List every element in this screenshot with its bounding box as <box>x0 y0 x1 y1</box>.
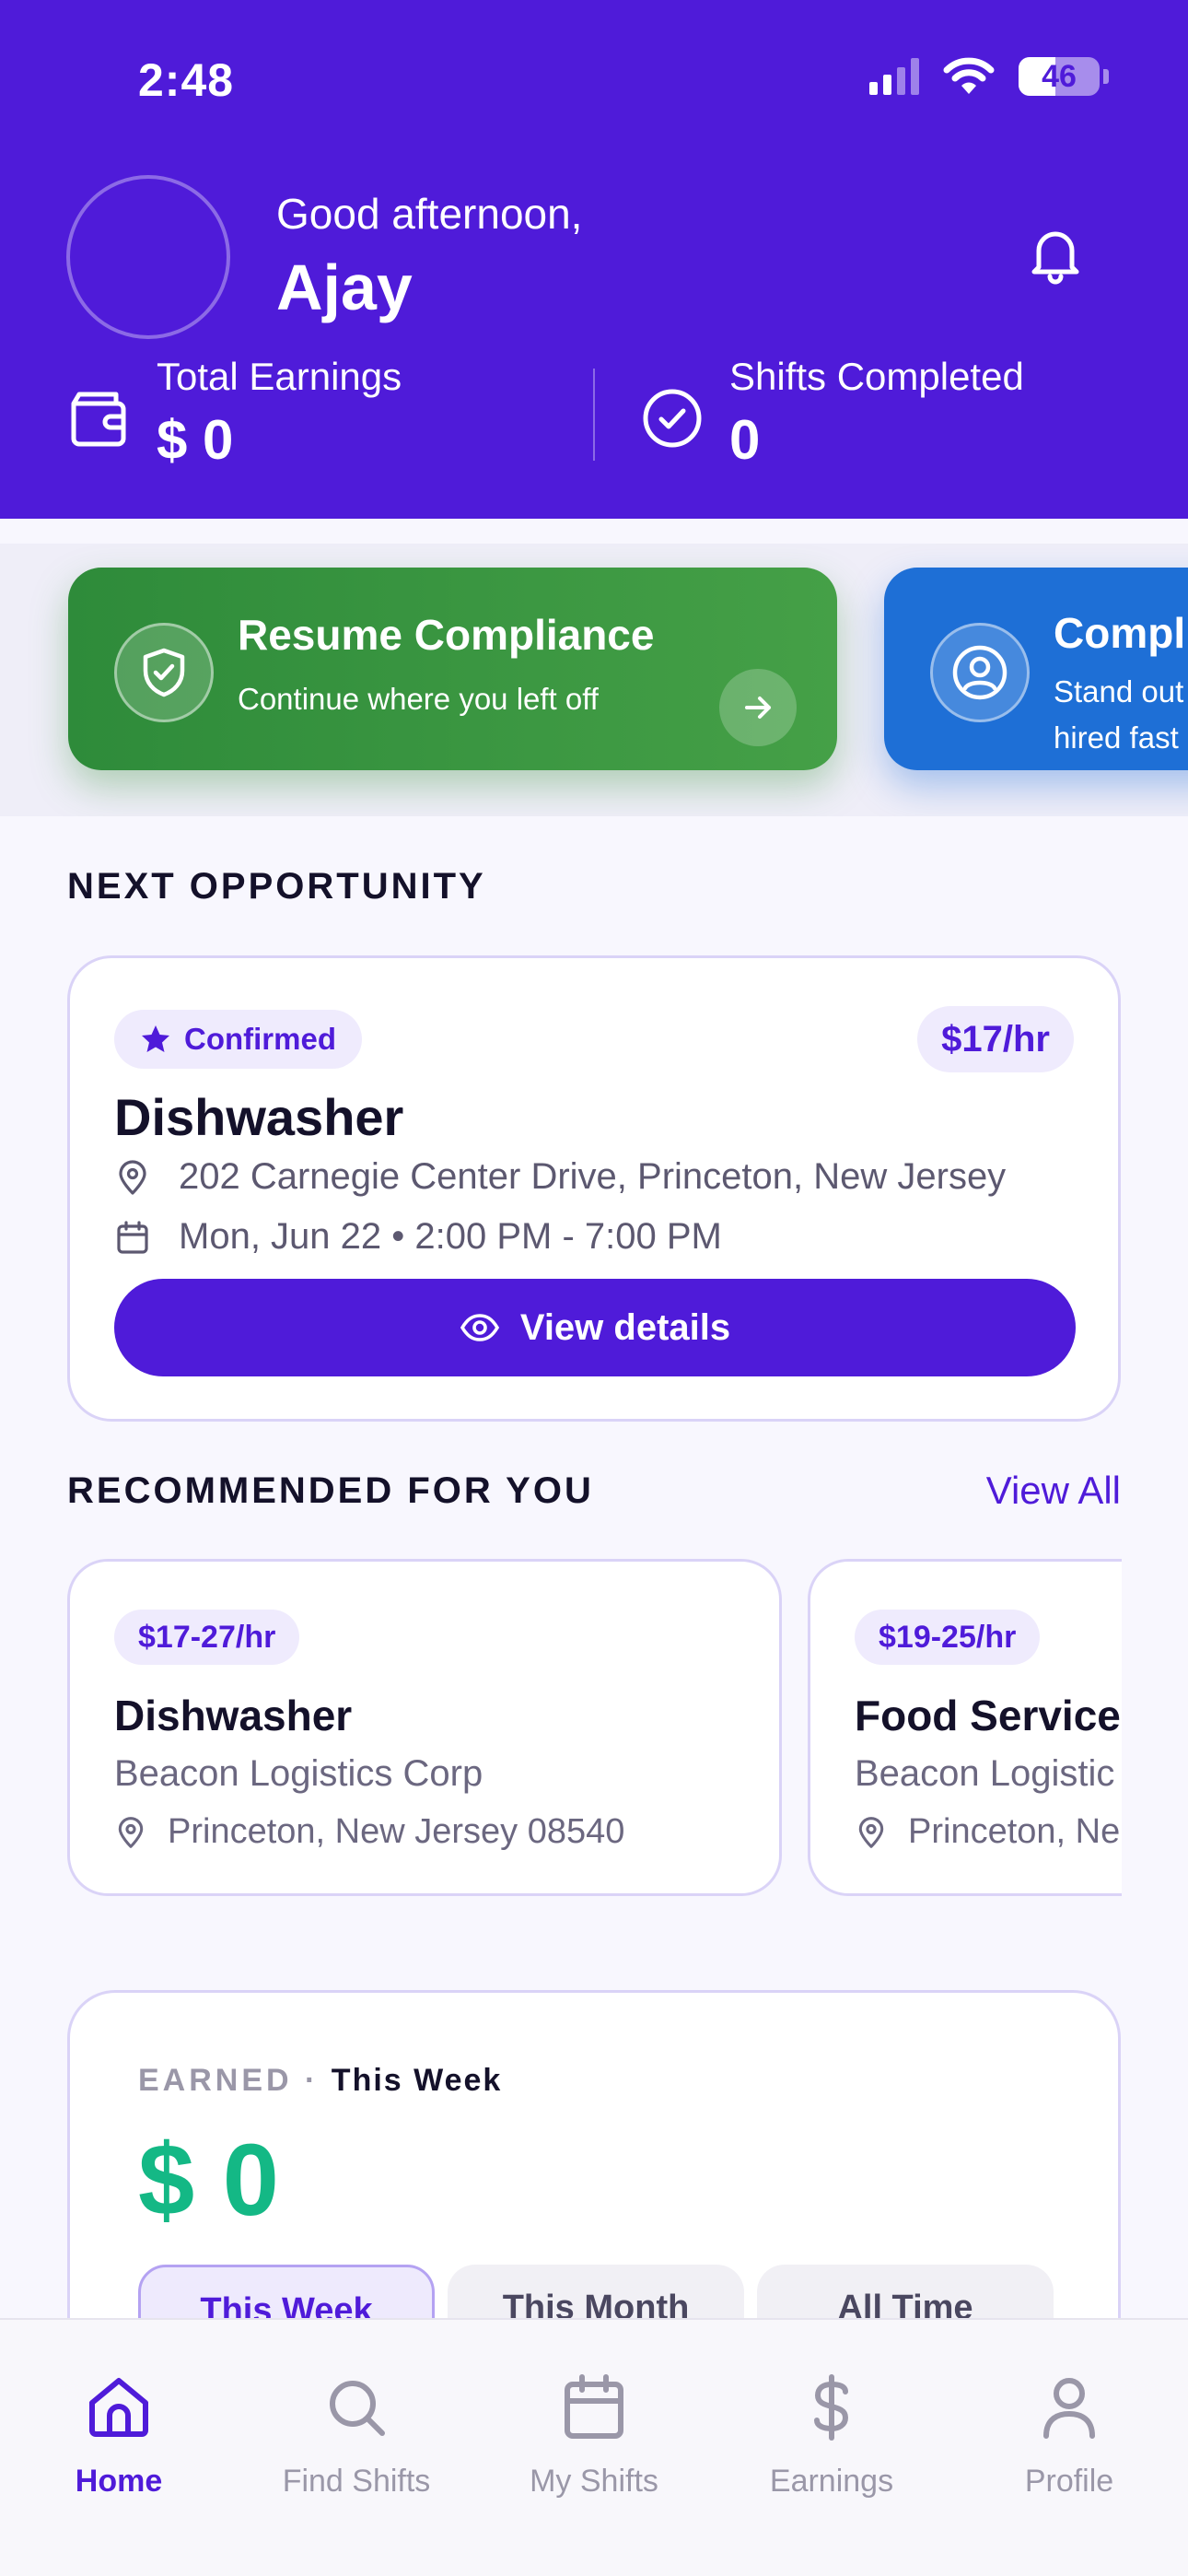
promo-title: Compl <box>1054 609 1186 657</box>
view-all-link[interactable]: View All <box>986 1469 1121 1513</box>
job-location: Princeton, New Jersey 08540 <box>168 1812 625 1851</box>
status-icons: 46 <box>869 57 1109 96</box>
notification-bell-icon[interactable] <box>1022 221 1089 287</box>
next-opportunity-card[interactable]: Confirmed $17/hr Dishwasher 202 Carnegie… <box>67 955 1121 1422</box>
cellular-signal-icon <box>869 58 919 95</box>
shield-check-icon <box>114 623 214 722</box>
wallet-icon <box>71 392 126 447</box>
nav-label-profile: Profile <box>1024 2464 1114 2499</box>
recommended-job-card[interactable]: $19-25/hr Food Service Beacon Logistic P… <box>808 1559 1122 1896</box>
promo-carousel[interactable]: Resume Compliance Continue where you lef… <box>0 544 1188 816</box>
nav-item-my-shifts[interactable]: My Shifts <box>475 2371 713 2500</box>
job-schedule: Mon, Jun 22 • 2:00 PM - 7:00 PM <box>179 1216 722 1257</box>
nav-item-find-shifts[interactable]: Find Shifts <box>238 2371 475 2500</box>
star-icon <box>142 1025 169 1052</box>
recommended-job-card[interactable]: $17-27/hr Dishwasher Beacon Logistics Co… <box>67 1559 782 1896</box>
total-earnings-stat: Total Earnings $ 0 <box>157 355 402 472</box>
location-pin-icon <box>119 1159 146 1195</box>
company-name: Beacon Logistic <box>855 1753 1115 1794</box>
shifts-completed-value: 0 <box>729 409 761 471</box>
company-name: Beacon Logistics Corp <box>114 1753 483 1794</box>
promo-subtitle: Continue where you left off <box>238 682 599 716</box>
nav-label-my-shifts: My Shifts <box>530 2464 658 2499</box>
battery-icon: 46 <box>1019 57 1100 96</box>
job-location: Princeton, Ne <box>908 1812 1121 1851</box>
nav-label-earnings: Earnings <box>769 2464 894 2499</box>
search-icon <box>330 2381 385 2436</box>
user-name: Ajay <box>276 252 413 323</box>
promo-subtitle-2: hired fast <box>1054 720 1179 755</box>
person-icon <box>1043 2378 1095 2439</box>
total-earnings-value: $ 0 <box>157 409 234 471</box>
check-circle-icon <box>643 389 702 448</box>
job-title: Dishwasher <box>114 1088 404 1146</box>
job-address: 202 Carnegie Center Drive, Princeton, Ne… <box>179 1156 1007 1197</box>
location-row: Princeton, New Jersey 08540 <box>114 1812 624 1852</box>
promo-subtitle: Stand out <box>1054 674 1184 708</box>
user-circle-icon <box>930 623 1030 722</box>
greeting-text: Good afternoon, <box>276 190 583 238</box>
status-badge: Confirmed <box>114 1010 362 1069</box>
wifi-icon <box>943 57 995 94</box>
calendar-icon <box>565 2374 623 2439</box>
earned-period: This Week <box>331 2063 503 2098</box>
address-row: 202 Carnegie Center Drive, Princeton, Ne… <box>114 1156 1006 1198</box>
job-title: Food Service <box>855 1692 1121 1739</box>
home-icon <box>89 2378 148 2437</box>
recommended-heading: RECOMMENDED FOR YOU <box>67 1470 594 1511</box>
nav-label-home: Home <box>75 2464 163 2499</box>
nav-item-profile[interactable]: Profile <box>950 2371 1188 2500</box>
eye-icon <box>460 1314 499 1341</box>
nav-item-home[interactable]: Home <box>0 2371 238 2500</box>
resume-compliance-card[interactable]: Resume Compliance Continue where you lef… <box>68 568 837 770</box>
battery-level: 46 <box>1042 58 1077 94</box>
stats-divider <box>593 369 595 461</box>
earned-value: $ 0 <box>138 2124 279 2237</box>
earned-label: EARNED · This Week <box>138 2063 503 2098</box>
view-details-label: View details <box>519 1306 731 1348</box>
view-details-button[interactable]: View details <box>114 1279 1076 1376</box>
app-header: 2:48 46 Good afternoon, Ajay Total Earni… <box>0 0 1188 519</box>
complete-profile-card[interactable]: Compl Stand out hired fast <box>884 568 1188 770</box>
job-title: Dishwasher <box>114 1692 353 1739</box>
location-row: Princeton, Ne <box>855 1812 1120 1852</box>
location-pin-icon <box>118 1816 144 1848</box>
rate-badge: $19-25/hr <box>855 1610 1041 1665</box>
earned-title: EARNED <box>138 2063 293 2098</box>
nav-label-find-shifts: Find Shifts <box>282 2464 431 2499</box>
next-opportunity-heading: NEXT OPPORTUNITY <box>67 866 486 907</box>
status-label: Confirmed <box>184 1022 336 1056</box>
rate-badge: $17-27/hr <box>114 1610 300 1665</box>
bottom-navigation: Home Find Shifts My Shifts Earnings Prof… <box>0 2318 1188 2576</box>
shifts-completed-stat: Shifts Completed 0 <box>729 355 1024 472</box>
location-pin-icon <box>858 1816 884 1848</box>
dollar-icon <box>814 2374 849 2441</box>
shifts-completed-label: Shifts Completed <box>729 355 1024 398</box>
total-earnings-label: Total Earnings <box>157 355 402 398</box>
calendar-icon <box>117 1220 148 1254</box>
schedule-row: Mon, Jun 22 • 2:00 PM - 7:00 PM <box>114 1216 722 1258</box>
rate-badge: $17/hr <box>917 1006 1074 1072</box>
nav-item-earnings[interactable]: Earnings <box>713 2371 950 2500</box>
recommended-carousel[interactable]: $17-27/hr Dishwasher Beacon Logistics Co… <box>0 1559 1122 1900</box>
status-time: 2:48 <box>138 54 235 106</box>
avatar[interactable] <box>66 175 230 339</box>
promo-title: Resume Compliance <box>238 611 655 659</box>
arrow-right-icon[interactable] <box>719 669 797 746</box>
